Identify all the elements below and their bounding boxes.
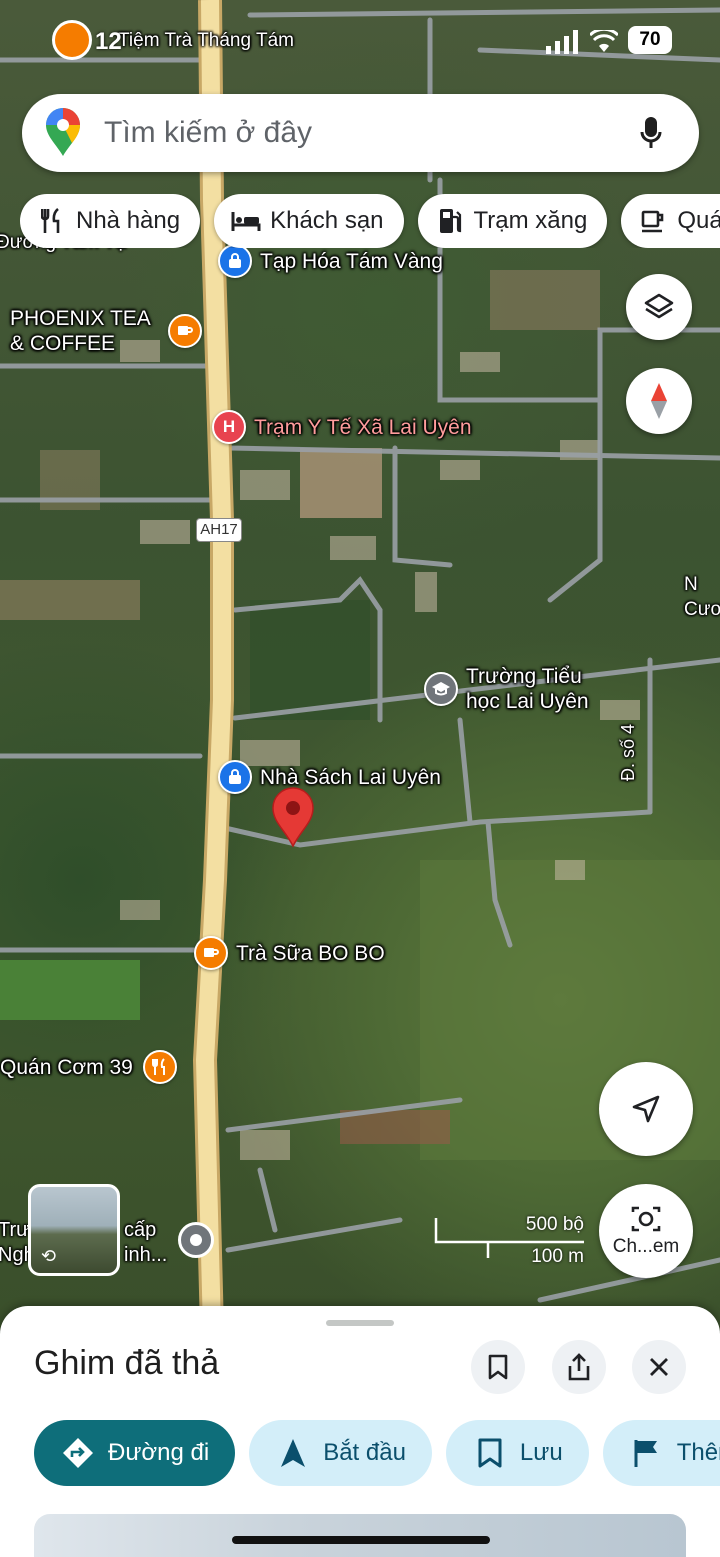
scale-metric: 100 m — [531, 1246, 584, 1267]
bookmark-icon — [488, 1354, 508, 1380]
restaurant-icon — [36, 205, 68, 237]
poi-label: PHOENIX TEA & COFFEE — [10, 307, 150, 355]
lens-label: Ch...em — [612, 1236, 680, 1257]
action-label: Bắt đầu — [323, 1439, 406, 1466]
save-button[interactable] — [471, 1340, 525, 1394]
school-icon — [424, 672, 458, 706]
gas-station-icon — [434, 205, 466, 237]
poi-label: Trường Tiểu học Lai Uyên — [466, 665, 589, 713]
status-bar: 12 70 — [0, 20, 720, 64]
poi-nha-sach[interactable]: Nhà Sách Lai Uyên — [218, 760, 441, 794]
chip-cafes[interactable]: Quán — [621, 194, 720, 248]
hospital-icon: H — [212, 410, 246, 444]
close-icon — [650, 1358, 668, 1376]
close-button[interactable] — [632, 1340, 686, 1394]
poi-label: Tạp Hóa Tám Vàng — [260, 249, 443, 273]
poi-tap-hoa-tam-vang[interactable]: Tạp Hóa Tám Vàng — [218, 244, 443, 278]
wifi-icon — [590, 30, 618, 52]
my-location-button[interactable] — [599, 1062, 693, 1156]
navigation-arrow-icon — [632, 1095, 660, 1123]
poi-marker-generic[interactable] — [178, 1222, 214, 1258]
share-icon — [568, 1353, 590, 1381]
directions-icon — [60, 1435, 96, 1471]
chip-hotels[interactable]: Khách sạn — [214, 194, 404, 248]
partial-label-bottom-left: Trườ Ngh — [0, 1219, 43, 1266]
sheet-title: Ghim đã thả — [34, 1344, 220, 1382]
navigation-icon — [275, 1435, 311, 1471]
search-input[interactable]: Tìm kiếm ở đây — [104, 116, 629, 150]
chip-gas-stations[interactable]: Trạm xăng — [417, 194, 608, 248]
save-action-button[interactable]: Lưu — [445, 1420, 589, 1486]
mic-button[interactable] — [629, 111, 673, 155]
poi-tram-y-te[interactable]: H Trạm Y Tế Xã Lai Uyên — [212, 410, 472, 444]
compass-icon — [651, 383, 667, 419]
cafe-icon — [168, 314, 202, 348]
share-button[interactable] — [552, 1340, 606, 1394]
more-button[interactable]: Thêm — [602, 1420, 720, 1486]
chip-label: Nhà hàng — [76, 207, 181, 234]
street-view-rotate-icon: ⟲ — [41, 1246, 57, 1266]
search-bar[interactable]: Tìm kiếm ở đây — [22, 94, 699, 172]
shopping-bag-icon — [218, 760, 252, 794]
poi-truong-tieu-hoc[interactable]: Trường Tiểu học Lai Uyên — [424, 664, 616, 714]
street-label: Đ. số 4 — [618, 723, 639, 782]
drag-handle[interactable] — [326, 1320, 394, 1326]
battery-indicator: 70 — [628, 26, 672, 54]
poi-label: Quán Cơm 39 — [0, 1055, 133, 1079]
poi-label: Trạm Y Tế Xã Lai Uyên — [254, 415, 472, 439]
layers-icon — [644, 293, 674, 319]
chip-label: Khách sạn — [270, 207, 384, 234]
restaurant-icon — [142, 1050, 177, 1084]
mic-icon — [640, 117, 662, 148]
dot-icon — [190, 1234, 202, 1246]
layers-button[interactable] — [626, 274, 692, 340]
directions-button[interactable]: Đường đi — [34, 1420, 236, 1486]
maps-pin-icon — [46, 108, 80, 156]
camera-lens-icon — [631, 1206, 661, 1232]
compass-button[interactable] — [626, 368, 692, 434]
chip-restaurants[interactable]: Nhà hàng — [20, 194, 201, 248]
chip-label: Trạm xăng — [473, 207, 588, 234]
poi-quan-com-39[interactable]: Quán Cơm 39 — [0, 1050, 177, 1084]
cafe-icon — [194, 936, 228, 970]
poi-phoenix-tea[interactable]: PHOENIX TEA & COFFEE — [10, 306, 202, 356]
bookmark-icon — [472, 1435, 508, 1471]
signal-icon — [546, 30, 578, 54]
category-chips: Nhà hàng Khách sạn Trạm xăng Quán — [20, 194, 720, 248]
status-time: 12 — [95, 28, 122, 55]
chip-label: Quán — [677, 207, 720, 234]
map-scale: 500 bộ 100 m — [434, 1214, 584, 1270]
lens-button[interactable]: Ch...em — [599, 1184, 693, 1278]
action-buttons: Đường đi Bắt đầu Lưu Thêm — [34, 1420, 720, 1486]
home-indicator[interactable] — [232, 1536, 490, 1544]
bottom-sheet: Ghim đã thả Đường đi Bắt đầu Lưu Thê — [0, 1306, 720, 1557]
map-pin-icon — [272, 787, 314, 848]
poi-tra-sua-bobo[interactable]: Trà Sữa BO BO — [194, 936, 385, 970]
flag-icon — [629, 1435, 665, 1471]
app-icon — [52, 20, 92, 60]
road-badge: AH17 — [196, 518, 242, 542]
cafe-icon — [637, 205, 669, 237]
partial-label-bottom-left-2: cấp inh... — [124, 1219, 168, 1266]
action-label: Đường đi — [108, 1439, 210, 1466]
street-view-thumbnail[interactable]: ⟲ — [28, 1184, 120, 1276]
poi-label: Trà Sữa BO BO — [236, 941, 385, 965]
shopping-bag-icon — [218, 244, 252, 278]
hotel-icon — [230, 205, 262, 237]
action-label: Lưu — [519, 1439, 563, 1466]
partial-label-right-edge: N Cươ — [684, 574, 720, 620]
scale-imperial: 500 bộ — [525, 1214, 584, 1235]
dropped-pin[interactable] — [270, 786, 316, 848]
action-label: Thêm — [676, 1439, 720, 1466]
start-button[interactable]: Bắt đầu — [249, 1420, 432, 1486]
